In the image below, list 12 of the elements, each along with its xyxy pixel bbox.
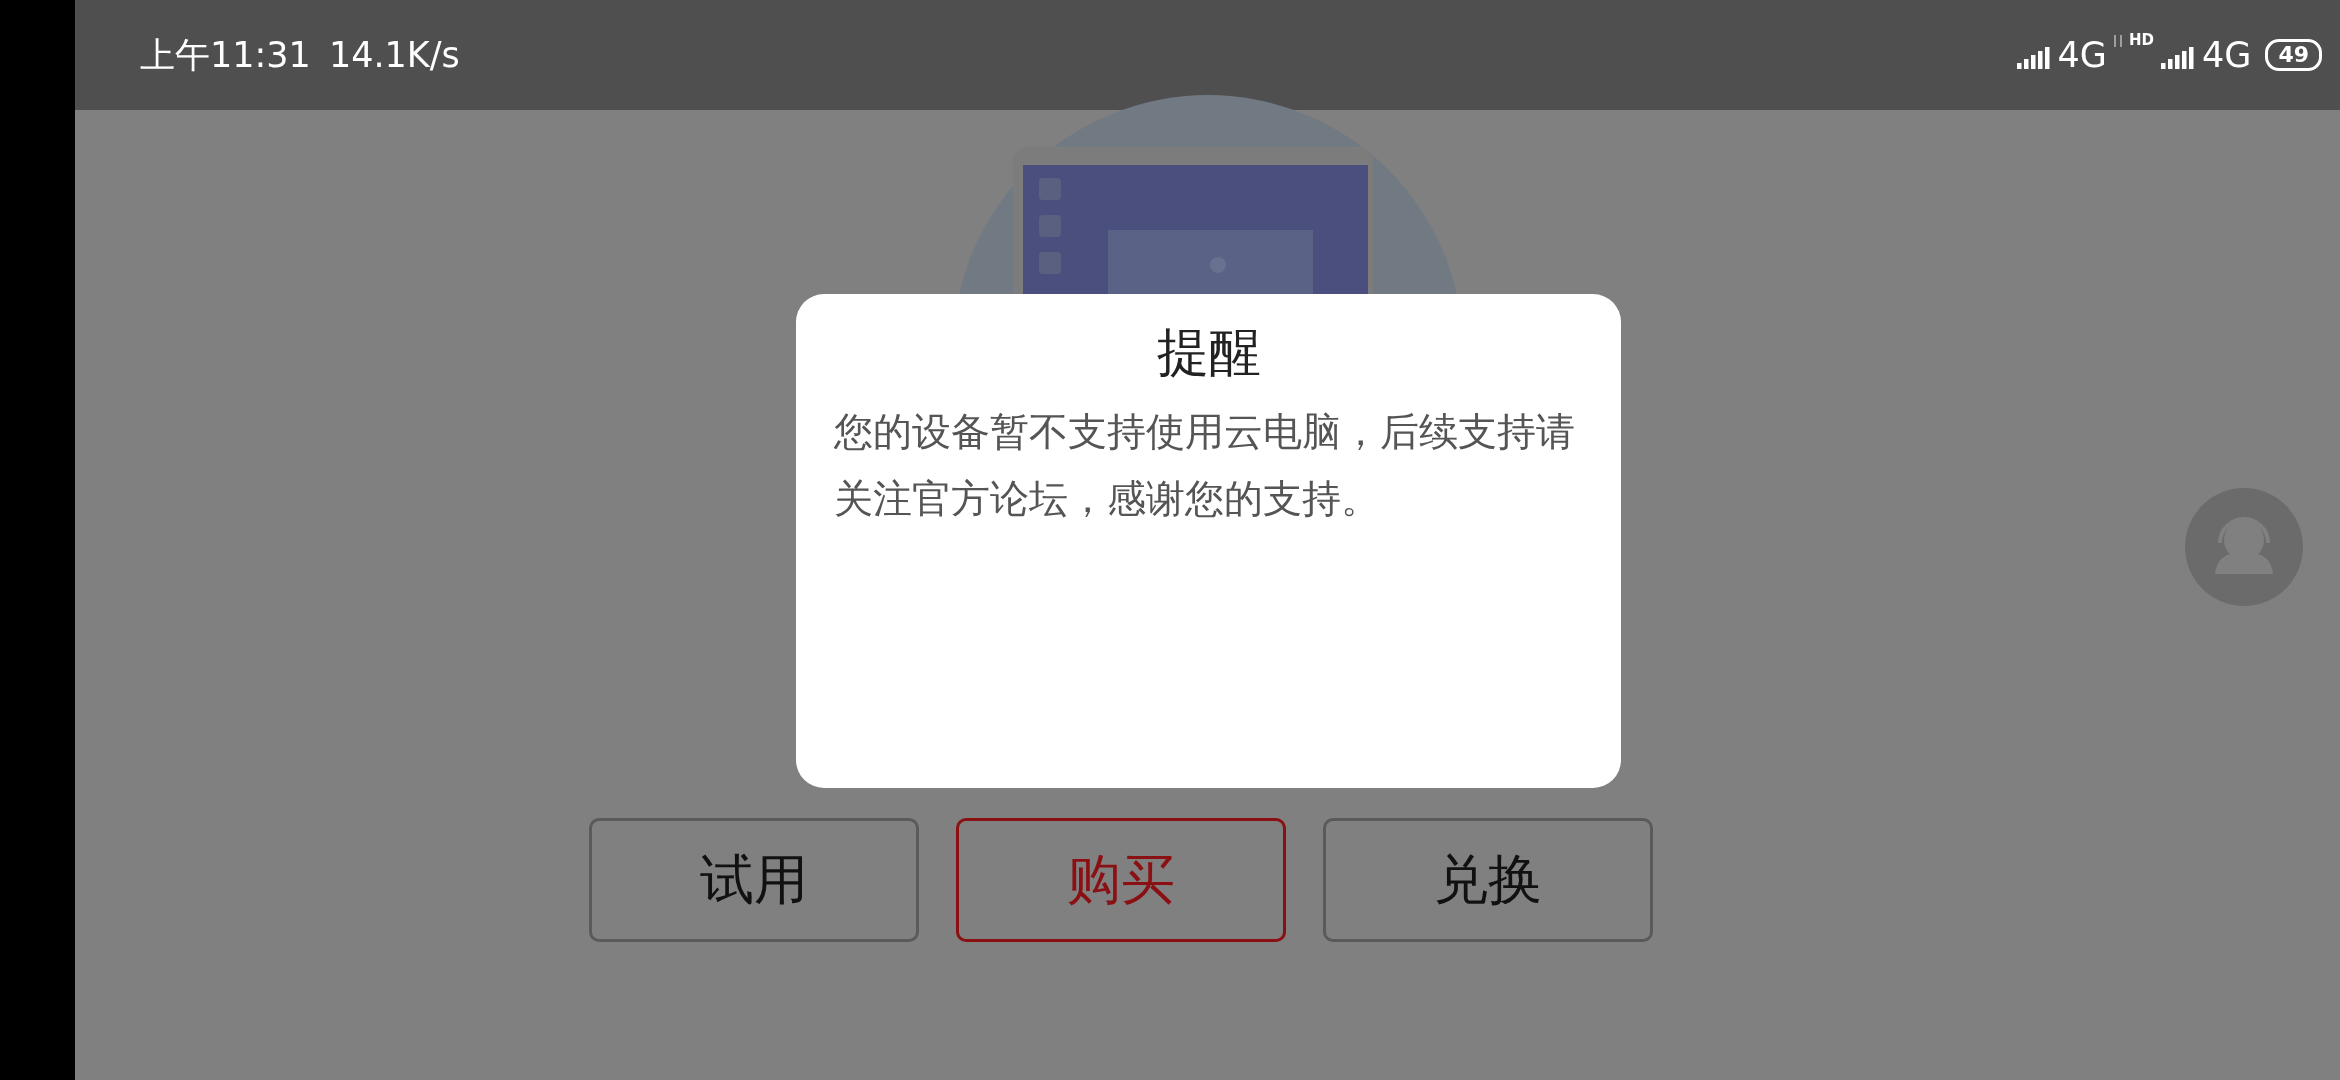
clock: 上午11:31	[140, 33, 311, 77]
network-speed: 14.1K/s	[328, 35, 460, 75]
option-button[interactable]: 兑换	[1323, 818, 1653, 942]
option-button[interactable]: 试用	[589, 818, 919, 942]
network-type: 4G	[2202, 35, 2252, 75]
hd-label: HD	[2128, 31, 2154, 49]
option-button[interactable]: 购买	[956, 818, 1286, 942]
network-type: 4G	[2057, 35, 2107, 75]
dialog-title: 提醒	[1156, 321, 1261, 384]
dialog-message: 您的设备暂不支持使用云电脑，后续支持请关注官方论坛，感谢您的支持。	[834, 408, 1576, 523]
battery-level: 49	[2265, 39, 2322, 71]
data-arrows-icon	[2112, 33, 2123, 49]
